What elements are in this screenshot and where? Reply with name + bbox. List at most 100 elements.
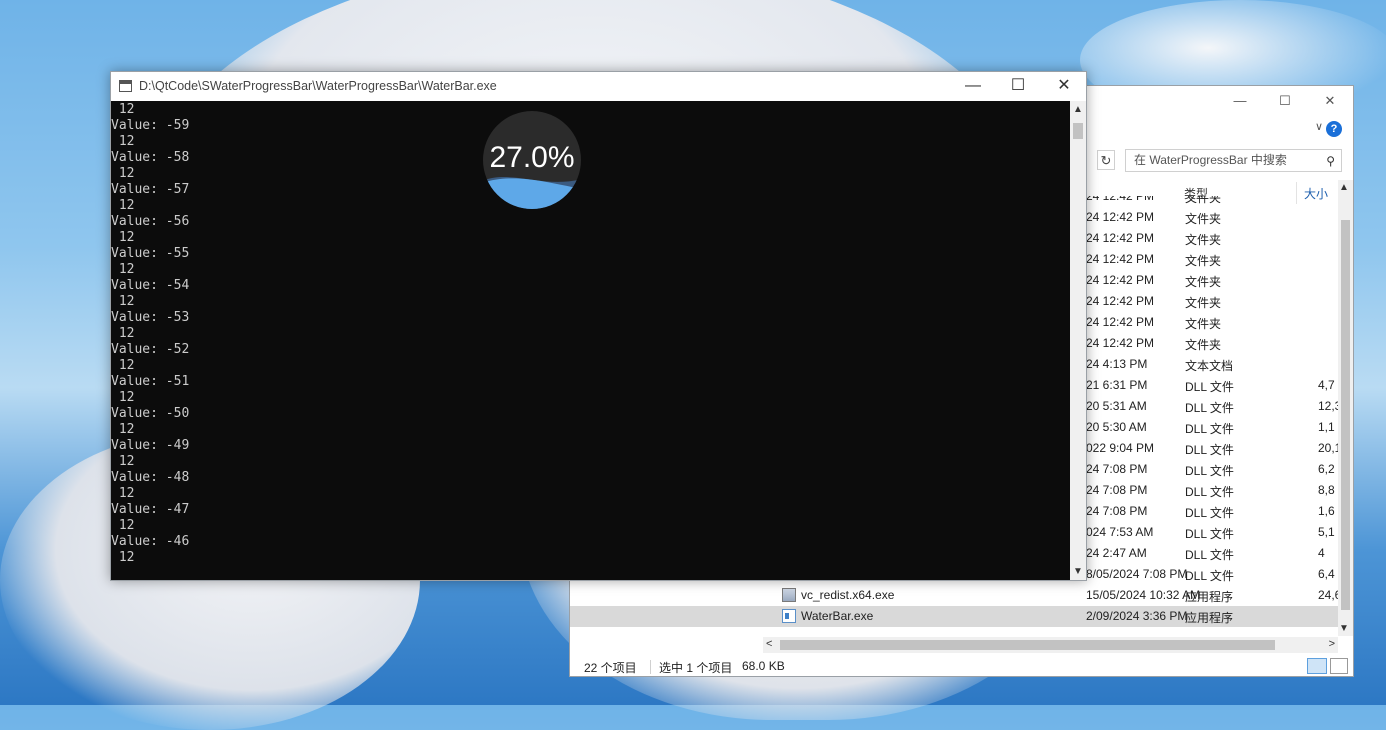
file-date: 24 7:08 PM bbox=[1086, 462, 1148, 476]
maximize-icon[interactable]: ☐ bbox=[1275, 92, 1295, 110]
file-date: 24 12:42 PM bbox=[1086, 315, 1155, 329]
file-row[interactable]: WaterBar.exe 2/09/2024 3:36 PM 应用程序 bbox=[570, 606, 1338, 627]
horizontal-scrollbar[interactable]: < > bbox=[763, 637, 1338, 653]
console-line: 12 bbox=[111, 390, 135, 405]
file-size: 24,6 bbox=[1318, 588, 1338, 602]
file-type: 文件夹 bbox=[1185, 317, 1222, 331]
console-line: Value: -48 bbox=[111, 470, 190, 485]
file-date: 20 5:31 AM bbox=[1086, 399, 1147, 413]
search-input[interactable]: 在 WaterProgressBar 中搜索 ⚲ bbox=[1125, 149, 1342, 172]
console-line: 12 bbox=[111, 518, 135, 533]
console-line: 12 bbox=[111, 358, 135, 373]
file-type: DLL 文件 bbox=[1185, 443, 1234, 457]
scroll-up-icon[interactable]: ▲ bbox=[1339, 182, 1349, 193]
file-type: 文件夹 bbox=[1185, 338, 1222, 352]
console-line: 12 bbox=[111, 134, 135, 149]
selection-size: 68.0 KB bbox=[742, 659, 785, 673]
vertical-scrollbar[interactable]: ▲ ▼ bbox=[1338, 180, 1353, 636]
installer-icon bbox=[782, 588, 796, 602]
console-text: 12 Value: -59 12 Value: -58 12 Value: -5… bbox=[111, 102, 189, 566]
scrollbar-thumb[interactable] bbox=[1341, 220, 1350, 610]
maximize-icon[interactable]: ☐ bbox=[1004, 75, 1032, 97]
file-date: 2/09/2024 3:36 PM bbox=[1086, 609, 1188, 623]
close-icon[interactable]: ✕ bbox=[1050, 75, 1078, 97]
console-line: Value: -55 bbox=[111, 246, 190, 261]
file-type: DLL 文件 bbox=[1185, 548, 1234, 562]
console-line: Value: -52 bbox=[111, 342, 190, 357]
minimize-icon[interactable]: — bbox=[959, 75, 987, 97]
console-line: 12 bbox=[111, 486, 135, 501]
file-date: 24 12:42 PM bbox=[1086, 252, 1155, 266]
file-name: vc_redist.x64.exe bbox=[801, 588, 895, 602]
file-date: 24 2:47 AM bbox=[1086, 546, 1147, 560]
console-line: Value: -58 bbox=[111, 150, 190, 165]
file-size: 5,1 bbox=[1318, 525, 1335, 539]
file-date: 022 9:04 PM bbox=[1086, 441, 1155, 455]
file-date: 15/05/2024 10:32 AM bbox=[1086, 588, 1201, 602]
help-icon[interactable]: ? bbox=[1326, 121, 1342, 137]
console-line: Value: -53 bbox=[111, 310, 190, 325]
console-line: 12 bbox=[111, 454, 135, 469]
search-icon[interactable]: ⚲ bbox=[1326, 151, 1335, 172]
status-divider bbox=[650, 660, 651, 674]
console-output[interactable]: 12 Value: -59 12 Value: -58 12 Value: -5… bbox=[111, 101, 1070, 580]
console-scrollbar[interactable]: ▲ ▼ bbox=[1070, 101, 1086, 580]
console-line: 12 bbox=[111, 294, 135, 309]
file-date: 24 12:42 PM bbox=[1086, 196, 1155, 203]
minimize-icon[interactable]: — bbox=[1230, 92, 1250, 110]
console-line: 12 bbox=[111, 422, 135, 437]
file-type: DLL 文件 bbox=[1185, 569, 1234, 583]
scroll-right-icon[interactable]: > bbox=[1329, 638, 1335, 650]
scrollbar-thumb[interactable] bbox=[780, 640, 1275, 650]
status-bar: 22 个项目 选中 1 个项目 68.0 KB bbox=[570, 656, 1353, 676]
scroll-down-icon[interactable]: ▼ bbox=[1073, 566, 1083, 577]
file-date: 24 12:42 PM bbox=[1086, 273, 1155, 287]
file-type: DLL 文件 bbox=[1185, 380, 1234, 394]
close-icon[interactable]: ✕ bbox=[1320, 92, 1340, 110]
file-type: DLL 文件 bbox=[1185, 527, 1234, 541]
file-type: DLL 文件 bbox=[1185, 464, 1234, 478]
console-line: 12 bbox=[111, 198, 135, 213]
file-date: 24 12:42 PM bbox=[1086, 336, 1155, 350]
search-placeholder: 在 WaterProgressBar 中搜索 bbox=[1134, 153, 1287, 167]
file-date: 24 12:42 PM bbox=[1086, 294, 1155, 308]
details-view-icon[interactable] bbox=[1307, 658, 1327, 674]
file-type: 文件夹 bbox=[1185, 233, 1222, 247]
console-line: 12 bbox=[111, 550, 135, 565]
console-line: Value: -51 bbox=[111, 374, 190, 389]
progress-percentage: 27.0% bbox=[489, 141, 575, 174]
file-type: 文件夹 bbox=[1185, 275, 1222, 289]
file-date: 20 5:30 AM bbox=[1086, 420, 1147, 434]
console-line: 12 bbox=[111, 166, 135, 181]
file-size: 6,2 bbox=[1318, 462, 1335, 476]
file-type: DLL 文件 bbox=[1185, 422, 1234, 436]
file-size: 8,8 bbox=[1318, 483, 1335, 497]
file-size: 4 bbox=[1318, 546, 1325, 560]
console-line: Value: -57 bbox=[111, 182, 190, 197]
scrollbar-thumb[interactable] bbox=[1073, 123, 1083, 139]
large-icons-view-icon[interactable] bbox=[1330, 658, 1348, 674]
selection-count: 选中 1 个项目 bbox=[659, 661, 733, 675]
refresh-icon[interactable]: ↻ bbox=[1097, 150, 1115, 170]
file-size: 1,6 bbox=[1318, 504, 1335, 518]
console-line: Value: -46 bbox=[111, 534, 190, 549]
console-titlebar[interactable]: D:\QtCode\SWaterProgressBar\WaterProgres… bbox=[111, 72, 1086, 101]
scroll-left-icon[interactable]: < bbox=[766, 638, 772, 650]
file-type: 文件夹 bbox=[1185, 212, 1222, 226]
item-count: 22 个项目 bbox=[584, 661, 637, 675]
file-size: 12,3 bbox=[1318, 399, 1338, 413]
file-date: 24 4:13 PM bbox=[1086, 357, 1148, 371]
file-size: 20,1 bbox=[1318, 441, 1338, 455]
file-size: 1,1 bbox=[1318, 420, 1335, 434]
file-row[interactable]: vc_redist.x64.exe 15/05/2024 10:32 AM 应用程序… bbox=[570, 585, 1338, 606]
file-date: 24 12:42 PM bbox=[1086, 210, 1155, 224]
file-type: 应用程序 bbox=[1185, 590, 1234, 604]
file-type: 应用程序 bbox=[1185, 611, 1234, 625]
exe-icon bbox=[782, 609, 796, 623]
scroll-down-icon[interactable]: ▼ bbox=[1339, 623, 1349, 634]
console-line: Value: -59 bbox=[111, 118, 190, 133]
ribbon-expand-chevron-icon[interactable]: ∨ bbox=[1315, 120, 1323, 133]
scroll-up-icon[interactable]: ▲ bbox=[1073, 104, 1083, 115]
file-type: 文件夹 bbox=[1185, 254, 1222, 268]
console-line: 12 bbox=[111, 326, 135, 341]
